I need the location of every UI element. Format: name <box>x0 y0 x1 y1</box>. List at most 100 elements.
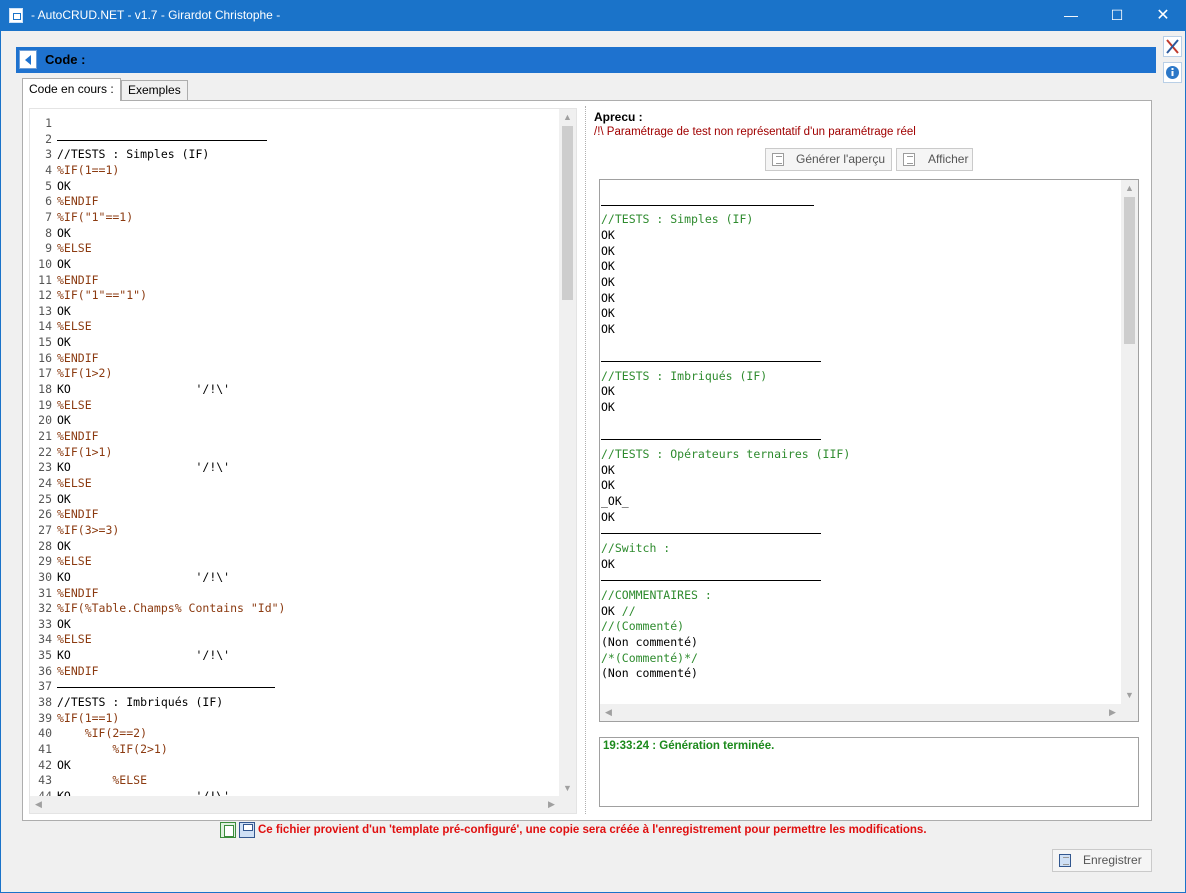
scroll-right-icon[interactable]: ▶ <box>1104 704 1121 721</box>
preview-line: _OK_ <box>601 494 629 510</box>
scroll-left-icon[interactable]: ◀ <box>600 704 617 721</box>
preview-horizontal-scrollbar[interactable]: ◀ ▶ <box>600 704 1121 721</box>
line-number: 36 <box>38 663 52 678</box>
preview-line: OK <box>601 291 615 307</box>
preview-text: OK <box>601 243 615 258</box>
code-text: KO '/!\' <box>57 382 231 397</box>
tab-code-en-cours[interactable]: Code en cours : <box>22 78 121 101</box>
code-text: OK <box>57 303 71 318</box>
code-line: 39 %IF(1==1) <box>30 711 560 727</box>
window-title: - AutoCRUD.NET - v1.7 - Girardot Christo… <box>31 8 281 22</box>
scroll-up-icon[interactable]: ▲ <box>1121 180 1138 197</box>
show-button[interactable]: Afficher <box>896 148 973 171</box>
preview-vertical-scrollbar[interactable]: ▲ ▼ <box>1121 180 1138 704</box>
code-line: 26 %ENDIF <box>30 507 560 523</box>
code-line: 2 <box>30 132 560 148</box>
log-message: 19:33:24 : Génération terminée. <box>603 740 775 752</box>
preview-text: /*(Commenté)*/ <box>601 650 698 665</box>
preview-text: //Switch : <box>601 540 671 555</box>
scroll-corner <box>1121 704 1138 721</box>
preview-icon <box>772 153 784 166</box>
code-line: 31 %ENDIF <box>30 586 560 602</box>
code-text: %ELSE <box>57 554 92 569</box>
tab-exemples[interactable]: Exemples <box>121 80 188 101</box>
preview-line: //TESTS : Simples (IF) <box>601 212 753 228</box>
line-number: 13 <box>38 303 52 318</box>
preview-text: OK <box>601 556 615 571</box>
code-editor[interactable]: 1 2 3//TESTS : Simples (IF) 4 %IF(1==1) 5 OK 6%… <box>29 108 577 814</box>
code-line: 9 %ELSE <box>30 241 560 257</box>
scroll-down-icon[interactable]: ▼ <box>1121 687 1138 704</box>
line-number: 4 <box>45 162 52 177</box>
info-button[interactable] <box>1163 62 1182 83</box>
line-number: 32 <box>38 601 52 616</box>
minimize-button[interactable]: — <box>1048 0 1094 31</box>
code-text: %ENDIF <box>57 429 99 443</box>
editor-horizontal-scrollbar[interactable]: ◀ ▶ <box>30 796 560 813</box>
preview-text: OK <box>601 509 615 524</box>
maximize-button[interactable]: ☐ <box>1094 0 1140 31</box>
scroll-down-icon[interactable]: ▼ <box>559 780 576 797</box>
preview-line: OK <box>601 510 615 526</box>
section-title: Code : <box>45 52 86 67</box>
document-icon <box>903 153 915 166</box>
separator-line <box>601 197 814 206</box>
code-header: Code : <box>16 47 1156 73</box>
code-text: OK <box>57 616 71 631</box>
line-number: 20 <box>38 413 52 428</box>
preview-text: OK <box>601 259 615 274</box>
line-number: 24 <box>38 475 52 490</box>
line-number: 3 <box>45 147 52 162</box>
code-text: %IF(1==1) <box>57 710 120 725</box>
line-number: 12 <box>38 288 52 303</box>
preview-line: (Non commenté) <box>601 666 698 682</box>
code-text: %ENDIF <box>57 663 99 678</box>
back-arrow-icon[interactable] <box>19 50 37 69</box>
preview-text: OK <box>601 227 615 242</box>
line-number: 34 <box>38 632 52 647</box>
preview-text: OK <box>601 274 615 289</box>
code-lines[interactable]: 1 2 3//TESTS : Simples (IF) 4 %IF(1==1) 5 OK 6%… <box>30 109 560 797</box>
preview-line: //TESTS : Opérateurs ternaires (IIF) <box>601 447 850 463</box>
scroll-thumb[interactable] <box>562 126 573 300</box>
code-line: 37 <box>30 679 560 695</box>
preview-line <box>601 572 821 588</box>
editor-vertical-scrollbar[interactable]: ▲ ▼ <box>559 109 576 797</box>
code-text: //TESTS : Imbriqués (IF) <box>57 695 224 710</box>
line-number: 19 <box>38 397 52 412</box>
save-button[interactable]: Enregistrer <box>1052 849 1152 872</box>
preview-line: OK <box>601 463 615 479</box>
line-number: 40 <box>38 726 52 741</box>
close-button[interactable]: ✕ <box>1140 0 1186 31</box>
code-text: %IF(1==1) <box>57 162 120 177</box>
code-line: 4 %IF(1==1) <box>30 163 560 179</box>
preview-line: /*(Commenté)*/ <box>601 651 698 667</box>
code-line: 41 %IF(2>1) <box>30 742 560 758</box>
line-number: 22 <box>38 444 52 459</box>
scroll-left-icon[interactable]: ◀ <box>30 796 47 813</box>
scroll-up-icon[interactable]: ▲ <box>559 109 576 126</box>
template-notice-text: Ce fichier provient d'un 'template pré-c… <box>258 824 927 836</box>
line-number: 23 <box>38 460 52 475</box>
code-line: 24 %ELSE <box>30 476 560 492</box>
line-number: 26 <box>38 507 52 522</box>
generate-preview-button[interactable]: Générer l'aperçu <box>765 148 892 171</box>
scroll-right-icon[interactable]: ▶ <box>543 796 560 813</box>
splitter[interactable] <box>585 106 587 814</box>
line-number: 6 <box>45 194 52 209</box>
preview-text: (Non commenté) <box>601 666 698 681</box>
line-number: 17 <box>38 366 52 381</box>
preview-output[interactable]: //TESTS : Simples (IF) OK OK OK OK OK OK OK//TE… <box>599 179 1139 722</box>
save-disk-icon <box>1059 854 1071 867</box>
code-line: 10 OK <box>30 257 560 273</box>
code-line: 19 %ELSE <box>30 398 560 414</box>
separator-line <box>57 679 275 689</box>
scroll-thumb[interactable] <box>1124 197 1135 344</box>
preview-text: (Non commenté) <box>601 634 698 649</box>
settings-tools-button[interactable] <box>1163 36 1182 57</box>
code-line: 20 OK <box>30 413 560 429</box>
preview-text: //TESTS : Imbriqués (IF) <box>601 368 768 383</box>
preview-line: OK <box>601 557 615 573</box>
code-line: 34 %ELSE <box>30 632 560 648</box>
code-text: %ELSE <box>57 773 148 788</box>
